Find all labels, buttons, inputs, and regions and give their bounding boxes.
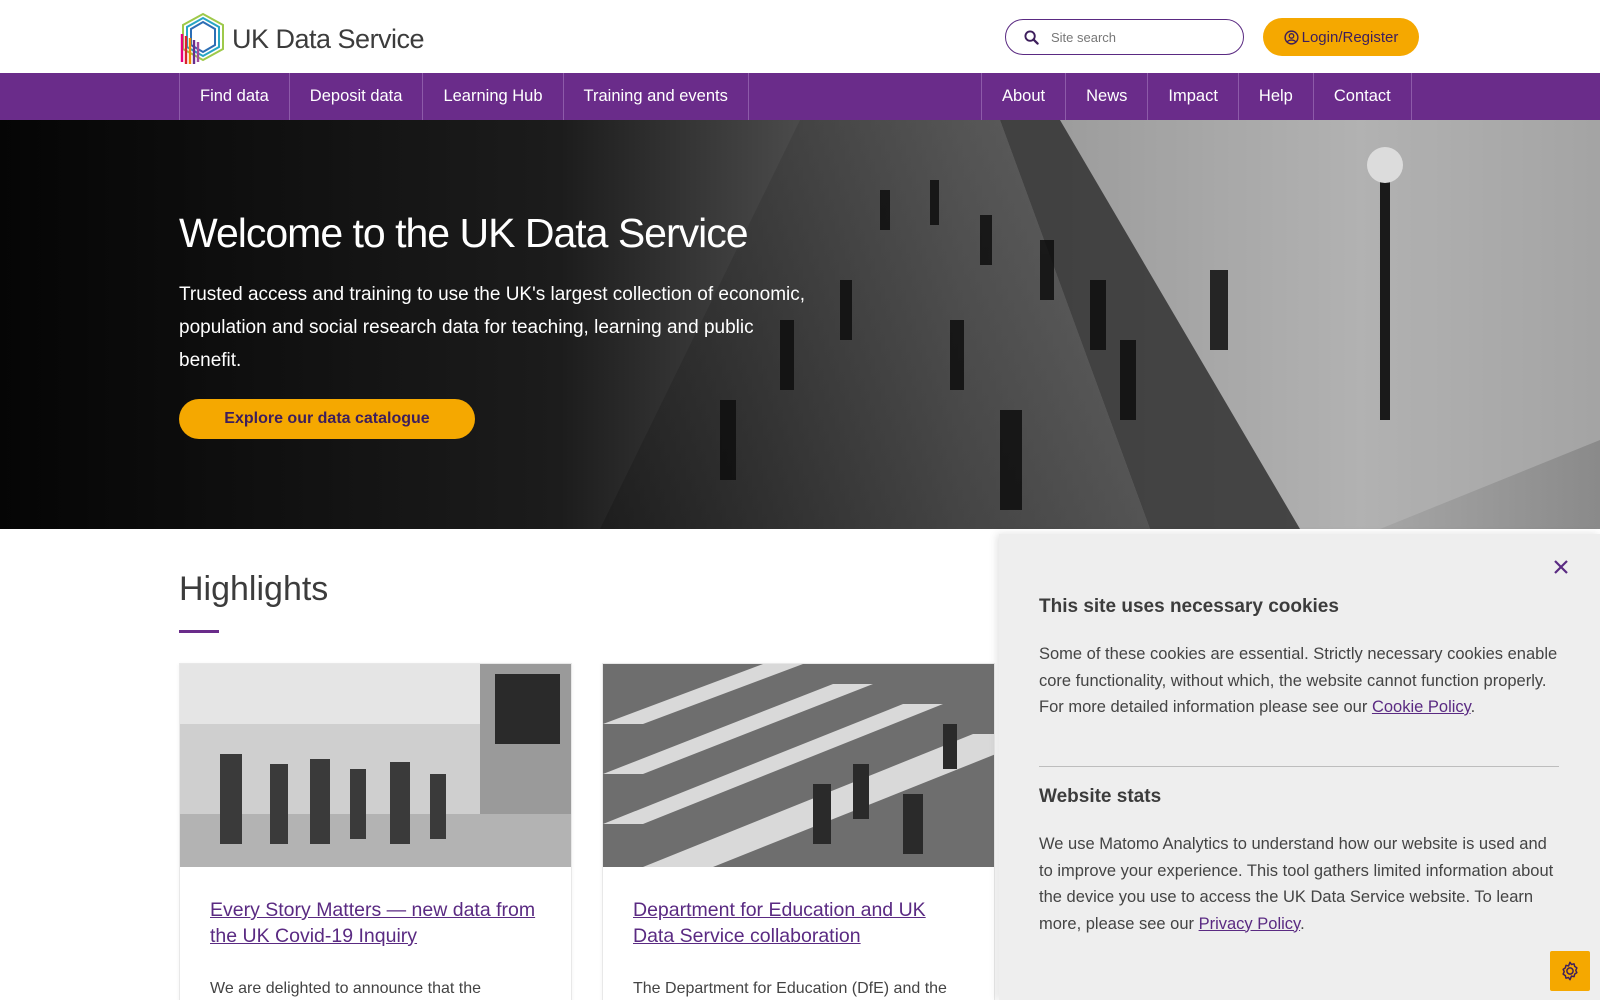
- hero-title: Welcome to the UK Data Service: [179, 210, 749, 256]
- nav-secondary: About News Impact Help Contact: [981, 73, 1412, 120]
- search-input[interactable]: [1051, 29, 1221, 45]
- cookie-heading-necessary: This site uses necessary cookies: [1039, 596, 1339, 617]
- nav-item-deposit-data[interactable]: Deposit data: [290, 73, 424, 120]
- highlights-heading: Highlights: [179, 570, 329, 608]
- login-register-label: Login/Register: [1301, 28, 1399, 46]
- hero-description: Trusted access and training to use the U…: [179, 284, 806, 371]
- cookie-necessary-text: Some of these cookies are essential. Str…: [1039, 641, 1564, 721]
- card-image-stairs: [603, 664, 994, 867]
- hero-banner: Welcome to the UK Data Service Trusted a…: [0, 120, 1600, 529]
- privacy-policy-link[interactable]: Privacy Policy: [1199, 915, 1300, 933]
- card-summary: The Department for Education (DfE) and t…: [633, 980, 947, 997]
- card-summary: We are delighted to announce that the: [210, 980, 482, 997]
- nav-item-about[interactable]: About: [982, 73, 1067, 120]
- nav-item-contact[interactable]: Contact: [1314, 73, 1412, 120]
- period: .: [1300, 914, 1305, 933]
- gear-icon: [1562, 961, 1578, 981]
- period: .: [1470, 698, 1476, 716]
- site-logo[interactable]: UK Data Service: [179, 12, 425, 66]
- search-icon: [1024, 29, 1039, 45]
- nav-item-find-data[interactable]: Find data: [180, 73, 290, 120]
- nav-item-training-and-events[interactable]: Training and events: [564, 73, 749, 120]
- cookie-divider: [1039, 766, 1559, 767]
- nav-item-help[interactable]: Help: [1239, 73, 1314, 120]
- user-circle-icon: [1284, 29, 1299, 45]
- cookie-policy-link[interactable]: Cookie Policy: [1372, 698, 1471, 716]
- card-image-station: [180, 664, 571, 867]
- login-register-button[interactable]: Login/Register: [1263, 18, 1419, 56]
- nav-primary: Find data Deposit data Learning Hub Trai…: [179, 73, 749, 120]
- logo-mark-icon: [180, 12, 224, 64]
- cookie-close-button[interactable]: [1546, 552, 1576, 582]
- site-header: UK Data Service Login/Register: [0, 0, 1600, 73]
- cookie-stats-text: We use Matomo Analytics to understand ho…: [1039, 831, 1564, 937]
- card-title-link[interactable]: Every Story Matters — new data from the …: [210, 897, 540, 949]
- highlight-card: Every Story Matters — new data from the …: [179, 663, 572, 1000]
- cookie-settings-button[interactable]: [1550, 951, 1590, 991]
- cookie-necessary-body: Some of these cookies are essential. Str…: [1039, 645, 1558, 716]
- main-nav: Find data Deposit data Learning Hub Trai…: [0, 73, 1600, 120]
- nav-item-news[interactable]: News: [1066, 73, 1149, 120]
- close-icon: [1554, 560, 1568, 574]
- explore-catalogue-button[interactable]: Explore our data catalogue: [179, 399, 475, 439]
- card-title-link[interactable]: Department for Education and UK Data Ser…: [633, 897, 963, 949]
- cookie-heading-stats: Website stats: [1039, 786, 1162, 807]
- logo-text: UK Data Service: [232, 23, 425, 54]
- nav-item-learning-hub[interactable]: Learning Hub: [423, 73, 564, 120]
- cookie-consent-panel: This site uses necessary cookies Some of…: [999, 534, 1600, 1000]
- nav-item-impact[interactable]: Impact: [1148, 73, 1239, 120]
- highlight-card: Department for Education and UK Data Ser…: [602, 663, 995, 1000]
- search-box[interactable]: [1005, 19, 1244, 55]
- highlights-underline: [179, 630, 219, 633]
